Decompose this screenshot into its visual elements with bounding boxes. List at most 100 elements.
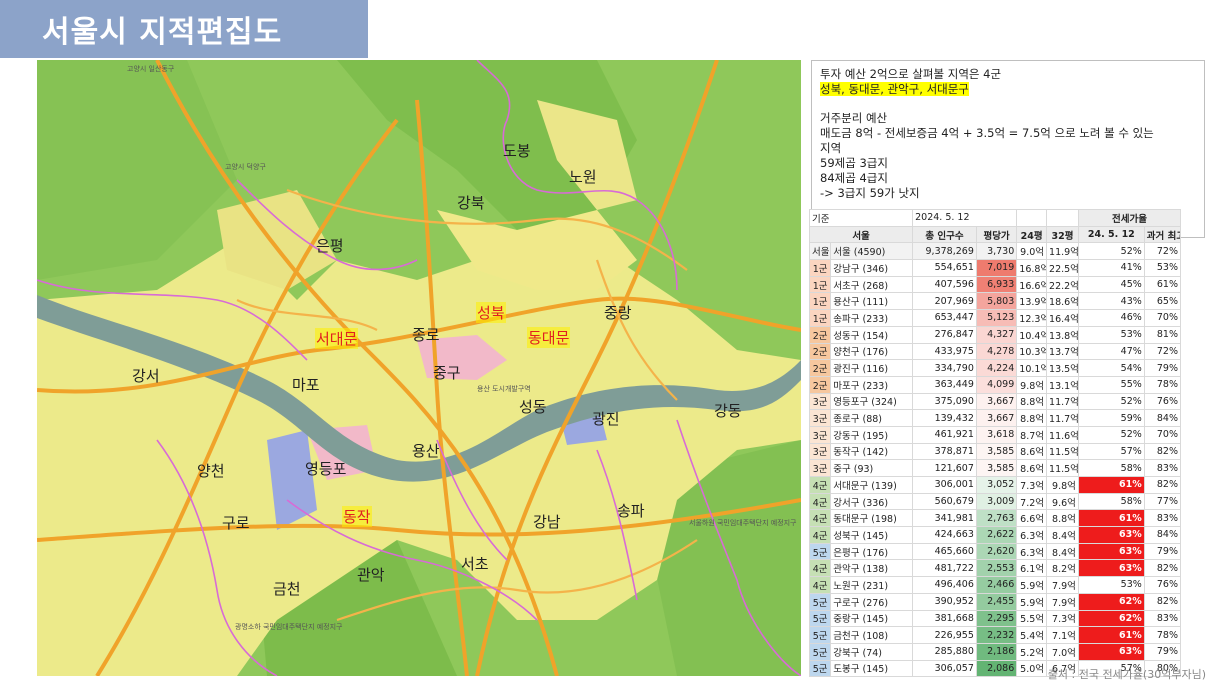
cell-rate: 59% — [1077, 409, 1145, 427]
cell-p24: 7.3억 — [1016, 476, 1048, 494]
cell-ppy: 3,052 — [975, 476, 1018, 494]
district-label-nowon: 노원 — [569, 168, 597, 186]
cadastral-map[interactable]: 도봉 노원 강북 은평 성북 중랑 서대문 종로 동대문 강서 마포 중구 성동… — [37, 60, 801, 676]
cell-name: 관악구 (138) — [830, 559, 914, 578]
cell-ppy: 2,086 — [975, 659, 1018, 678]
cell-name: 강서구 (336) — [830, 492, 914, 511]
district-label-gangbuk: 강북 — [457, 194, 485, 212]
map-small-label: 고양시 일산동구 — [127, 65, 175, 73]
cell-p24: 5.5억 — [1016, 609, 1048, 628]
cell-p24: 13.9억 — [1016, 292, 1048, 311]
cell-name: 성북구 (145) — [830, 526, 914, 544]
cell-ppy: 4,099 — [975, 375, 1018, 394]
cell-p24: 6.6억 — [1016, 509, 1048, 528]
cell-max: 79% — [1143, 542, 1182, 561]
cell-p32: 8.8억 — [1046, 509, 1079, 528]
cell-ppy: 2,455 — [975, 592, 1018, 611]
cell-ppy: 3,730 — [975, 242, 1018, 261]
cell-grp: 4군 — [808, 576, 832, 594]
cell-name: 용산구 (111) — [830, 292, 914, 311]
cell-grp: 5군 — [808, 626, 832, 644]
cell-pop: 390,952 — [912, 592, 977, 611]
cell-max: 79% — [1143, 642, 1182, 661]
base-date: 2024. 5. 12 — [912, 209, 1018, 227]
col-header-32: 32평 — [1046, 225, 1079, 244]
district-label-jongno: 종로 — [412, 326, 440, 344]
cell-p24: 8.7억 — [1016, 425, 1048, 444]
cell-grp: 1군 — [808, 259, 832, 277]
cell-grp: 2군 — [808, 359, 832, 377]
table-row: 5군 구로구 (276) 390,952 2,455 5.9억 7.9억 62% 82% — [808, 592, 1182, 611]
cell-p24: 8.6억 — [1016, 459, 1048, 477]
cell-ppy: 3,618 — [975, 425, 1018, 444]
cell-pop: 554,651 — [912, 259, 977, 277]
cell-pop: 306,001 — [912, 476, 977, 494]
cell-rate: 63% — [1077, 559, 1145, 578]
cell-rate: 61% — [1077, 626, 1145, 644]
cell-rate: 41% — [1077, 259, 1145, 277]
cell-pop: 375,090 — [912, 392, 977, 411]
cell-grp: 4군 — [808, 559, 832, 578]
cell-p32: 7.9억 — [1046, 592, 1079, 611]
col-header-ppy: 평당가 — [975, 225, 1018, 244]
cell-max: 82% — [1143, 592, 1182, 611]
cell-ppy: 2,622 — [975, 526, 1018, 544]
base-label: 기준 — [808, 209, 914, 227]
cell-rate: 58% — [1077, 492, 1145, 511]
cell-ppy: 3,667 — [975, 392, 1018, 411]
cell-name: 중구 (93) — [830, 459, 914, 477]
cell-pop: 139,432 — [912, 409, 977, 427]
cell-p24: 7.2억 — [1016, 492, 1048, 511]
district-label-gangseo: 강서 — [132, 367, 160, 385]
cell-max: 72% — [1143, 242, 1182, 261]
cell-grp: 4군 — [808, 509, 832, 528]
cell-pop: 363,449 — [912, 375, 977, 394]
cell-name: 양천구 (176) — [830, 342, 914, 361]
cell-max: 70% — [1143, 425, 1182, 444]
cell-p24: 16.6억 — [1016, 275, 1048, 294]
cell-grp: 5군 — [808, 542, 832, 561]
cell-p24: 10.3억 — [1016, 342, 1048, 361]
cell-p24: 6.3억 — [1016, 526, 1048, 544]
district-label-dongdaemun: 동대문 — [527, 327, 571, 348]
cell-rate: 61% — [1077, 509, 1145, 528]
col-header-24: 24평 — [1016, 225, 1048, 244]
price-table: 기준 2024. 5. 12 전세가율 서울 총 인구수 평당가 24평 32평… — [808, 209, 1182, 678]
cell-pop: 121,607 — [912, 459, 977, 477]
note-highlight: 성북, 동대문, 관악구, 서대문구 — [820, 82, 969, 96]
cell-max: 53% — [1143, 259, 1182, 277]
district-label-seongdong: 성동 — [519, 398, 547, 416]
table-row: 5군 은평구 (176) 465,660 2,620 6.3억 8.4억 63% 79% — [808, 542, 1182, 561]
district-label-geumcheon: 금천 — [273, 580, 301, 598]
note-line: -> 3급지 59가 낫지 — [820, 186, 920, 200]
cell-pop: 424,663 — [912, 526, 977, 544]
table-row: 3군 영등포구 (324) 375,090 3,667 8.8억 11.7억 52% 76% — [808, 392, 1182, 411]
cell-p32: 9.6억 — [1046, 492, 1079, 511]
cell-p32: 8.2억 — [1046, 559, 1079, 578]
cell-p32: 22.5억 — [1046, 259, 1079, 277]
cell-rate: 45% — [1077, 275, 1145, 294]
cell-ppy: 2,295 — [975, 609, 1018, 628]
note-line: 매도금 8억 - 전세보증금 4억 + 3.5억 = 7.5억 으로 노려 볼 … — [820, 126, 1154, 140]
cell-rate: 52% — [1077, 392, 1145, 411]
cell-p24: 8.6억 — [1016, 442, 1048, 461]
cell-grp: 4군 — [808, 526, 832, 544]
cell-ppy: 4,327 — [975, 325, 1018, 344]
cell-max: 79% — [1143, 359, 1182, 377]
table-row: 1군 강남구 (346) 554,651 7,019 16.8억 22.5억 41% 53% — [808, 259, 1182, 277]
district-label-mapo: 마포 — [292, 376, 320, 394]
district-label-gwangjin: 광진 — [592, 410, 620, 428]
cell-max: 83% — [1143, 609, 1182, 628]
cell-ppy: 2,553 — [975, 559, 1018, 578]
cell-p32: 11.5억 — [1046, 459, 1079, 477]
col-header-region: 서울 — [808, 225, 914, 244]
cell-grp: 서울 — [808, 242, 832, 261]
cell-grp: 3군 — [808, 442, 832, 461]
table-row: 5군 중랑구 (145) 381,668 2,295 5.5억 7.3억 62% 83% — [808, 609, 1182, 628]
table-row: 서울 서울 (4590) 9,378,269 3,730 9.0억 11.9억 52% 72% — [808, 242, 1182, 261]
cell-max: 78% — [1143, 626, 1182, 644]
cell-p32: 7.3억 — [1046, 609, 1079, 628]
cell-name: 은평구 (176) — [830, 542, 914, 561]
cell-rate: 58% — [1077, 459, 1145, 477]
cell-ppy: 2,466 — [975, 576, 1018, 594]
